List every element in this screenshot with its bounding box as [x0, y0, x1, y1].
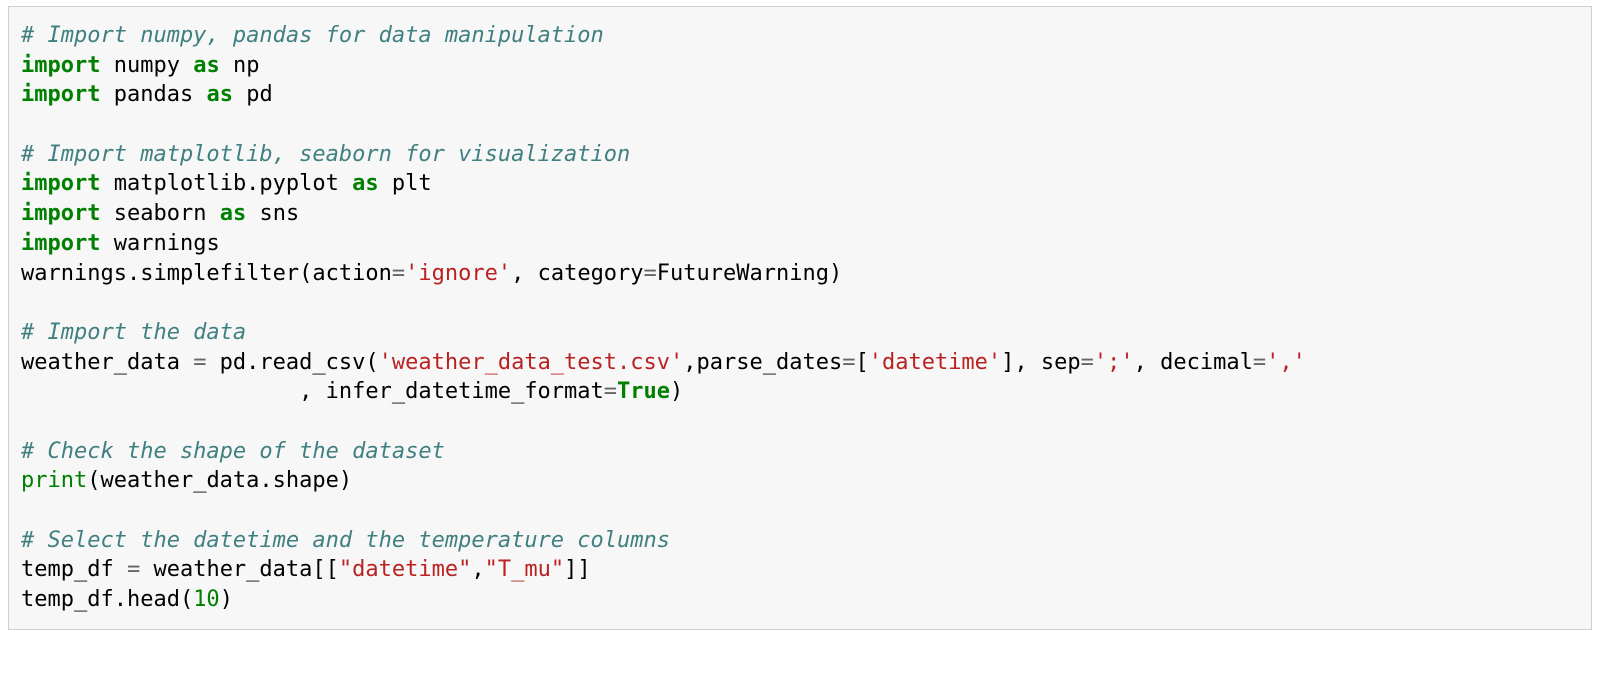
arg-parse-dates: ,parse_dates	[683, 350, 842, 375]
select-post: ]]	[564, 557, 591, 582]
string-datetime: 'datetime'	[869, 350, 1001, 375]
keyword-as: as	[206, 82, 233, 107]
keyword-import: import	[21, 231, 100, 256]
keyword-as: as	[352, 171, 379, 196]
alias-sns: sns	[259, 201, 299, 226]
module-matplotlib: matplotlib.pyplot	[114, 171, 339, 196]
keyword-import: import	[21, 82, 100, 107]
bracket-close: ]	[1001, 350, 1014, 375]
module-numpy: numpy	[114, 53, 180, 78]
call-simplefilter: warnings.simplefilter(action	[21, 261, 392, 286]
bracket-open: [	[855, 350, 868, 375]
operator-eq: =	[193, 350, 206, 375]
number-ten: 10	[193, 587, 220, 612]
paren-close: )	[670, 379, 683, 404]
arg-category: , category	[511, 261, 643, 286]
alias-np: np	[233, 53, 260, 78]
operator-eq: =	[1253, 350, 1266, 375]
comment-line: # Import the data	[21, 320, 246, 345]
var-temp-df: temp_df	[21, 557, 127, 582]
comment-line: # Select the datetime and the temperatur…	[21, 528, 670, 553]
operator-eq: =	[644, 261, 657, 286]
arg-infer-datetime: , infer_datetime_format	[21, 379, 604, 404]
string-decimal: ','	[1266, 350, 1306, 375]
comment-line: # Check the shape of the dataset	[21, 439, 445, 464]
keyword-import: import	[21, 171, 100, 196]
arg-decimal: , decimal	[1134, 350, 1253, 375]
comment-line: # Import matplotlib, seaborn for visuali…	[21, 142, 630, 167]
operator-eq: =	[392, 261, 405, 286]
keyword-as: as	[220, 201, 247, 226]
comment-line: # Import numpy, pandas for data manipula…	[21, 23, 604, 48]
comma: ,	[471, 557, 484, 582]
string-sep: ';'	[1094, 350, 1134, 375]
code-cell: # Import numpy, pandas for data manipula…	[8, 6, 1592, 630]
operator-eq: =	[842, 350, 855, 375]
select-pre: weather_data[[	[140, 557, 339, 582]
string-tmu: "T_mu"	[485, 557, 564, 582]
keyword-import: import	[21, 201, 100, 226]
call-readcsv: pd.read_csv(	[206, 350, 378, 375]
string-ignore: 'ignore'	[405, 261, 511, 286]
var-weather-data: weather_data	[21, 350, 193, 375]
module-warnings: warnings	[114, 231, 220, 256]
alias-pd: pd	[246, 82, 273, 107]
const-true: True	[617, 379, 670, 404]
builtin-print: print	[21, 468, 87, 493]
keyword-as: as	[193, 53, 220, 78]
arg-sep: , sep	[1014, 350, 1080, 375]
futurewarning: FutureWarning)	[657, 261, 842, 286]
module-seaborn: seaborn	[114, 201, 207, 226]
print-arg: (weather_data.shape)	[87, 468, 352, 493]
paren-close: )	[220, 587, 233, 612]
operator-eq: =	[127, 557, 140, 582]
alias-plt: plt	[392, 171, 432, 196]
operator-eq: =	[604, 379, 617, 404]
call-head: temp_df.head(	[21, 587, 193, 612]
operator-eq: =	[1081, 350, 1094, 375]
string-csvfile: 'weather_data_test.csv'	[379, 350, 684, 375]
keyword-import: import	[21, 53, 100, 78]
string-datetime2: "datetime"	[339, 557, 471, 582]
module-pandas: pandas	[114, 82, 193, 107]
